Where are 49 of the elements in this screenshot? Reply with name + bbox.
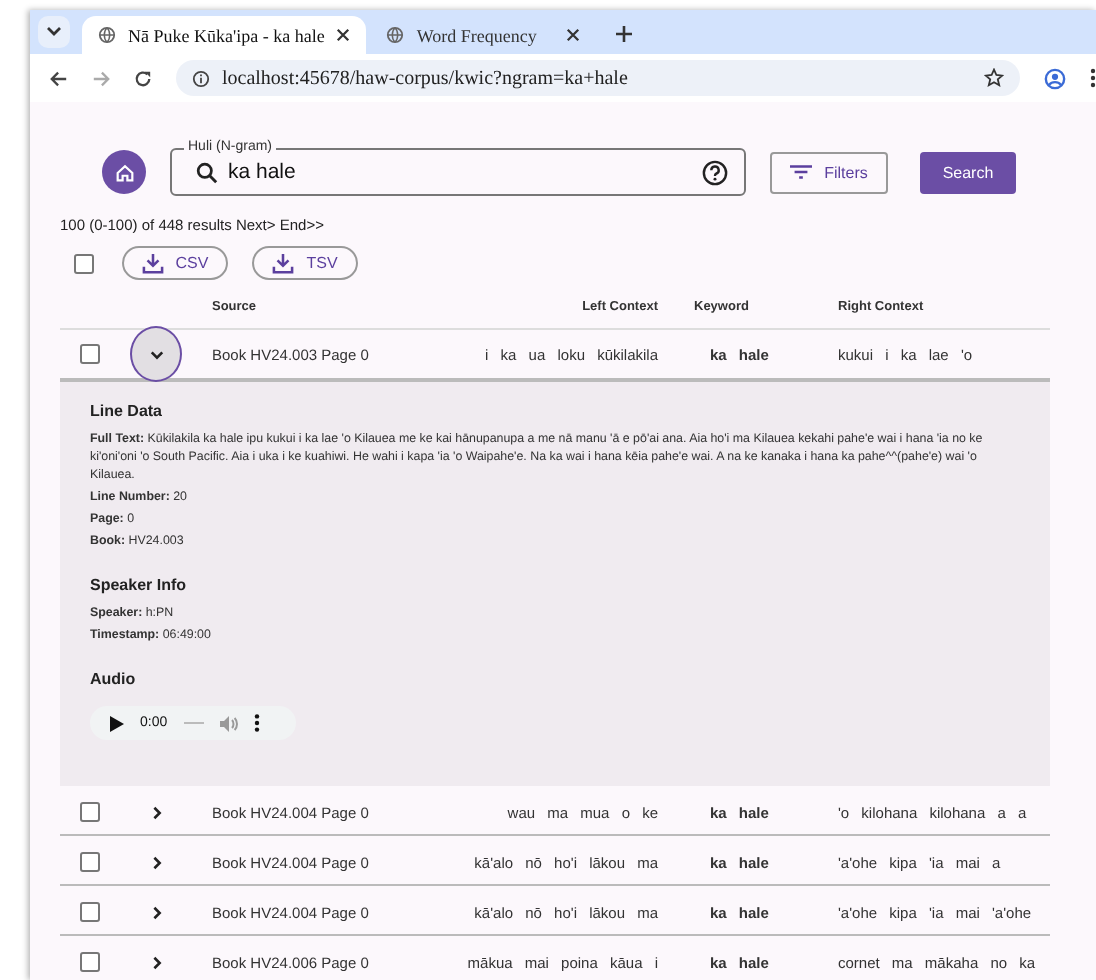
browser-tab[interactable]: Word Frequency <box>370 16 597 54</box>
row-checkbox[interactable] <box>80 344 100 364</box>
chevron-down-icon <box>149 349 163 359</box>
field-value: ka hale <box>228 160 296 184</box>
chevron-right-icon <box>151 805 161 819</box>
download-icon <box>272 253 295 273</box>
select-all-checkbox[interactable] <box>74 253 94 273</box>
row-checkbox[interactable] <box>80 952 100 972</box>
search-icon <box>196 161 218 183</box>
globe-icon <box>386 26 405 44</box>
row-checkbox[interactable] <box>80 902 100 922</box>
chevron-right-icon <box>151 855 161 869</box>
chevron-down-icon <box>46 26 62 38</box>
play-icon[interactable] <box>110 715 124 731</box>
help-icon[interactable] <box>702 159 728 185</box>
chevron-right-icon <box>151 955 161 969</box>
close-icon[interactable] <box>336 28 351 42</box>
url-text: localhost:45678/haw-corpus/kwic?ngram=ka+hale <box>222 67 630 89</box>
address-bar[interactable]: localhost:45678/haw-corpus/kwic?ngram=ka+hale <box>176 60 1020 96</box>
section-title: Audio <box>90 670 138 688</box>
more-vertical-icon[interactable] <box>1090 68 1096 88</box>
more-vertical-icon[interactable] <box>253 714 260 732</box>
browser-tab[interactable]: Nā Puke Kūka'ipa - ka hale <box>82 16 367 54</box>
globe-icon <box>98 26 116 44</box>
chevron-right-icon <box>151 905 161 919</box>
tab-list-button[interactable] <box>38 16 70 48</box>
filter-icon <box>790 164 813 180</box>
expand-toggle[interactable] <box>130 326 182 382</box>
export-button[interactable]: CSV <box>122 246 228 280</box>
home-icon <box>113 161 135 183</box>
new-tab-icon[interactable] <box>616 26 633 42</box>
home-button[interactable] <box>102 150 146 194</box>
tab-title: Word Frequency <box>416 25 539 45</box>
back-arrow-icon[interactable] <box>50 69 68 87</box>
star-icon[interactable] <box>984 68 1004 88</box>
close-icon[interactable] <box>566 28 581 42</box>
profile-icon[interactable] <box>1044 67 1066 89</box>
row-checkbox[interactable] <box>80 802 100 822</box>
volume-icon[interactable] <box>219 715 238 731</box>
section-title: Speaker Info <box>90 576 189 594</box>
download-icon <box>141 253 164 273</box>
reload-icon[interactable] <box>134 69 152 87</box>
row-checkbox[interactable] <box>80 852 100 872</box>
filters-button[interactable]: Filters <box>770 151 888 193</box>
section-title: Line Data <box>90 402 165 420</box>
export-button[interactable]: TSV <box>252 246 358 280</box>
info-icon <box>192 69 210 87</box>
tab-title: Nā Puke Kūka'ipa - ka hale <box>128 25 325 45</box>
search-button[interactable]: Search <box>920 151 1016 193</box>
